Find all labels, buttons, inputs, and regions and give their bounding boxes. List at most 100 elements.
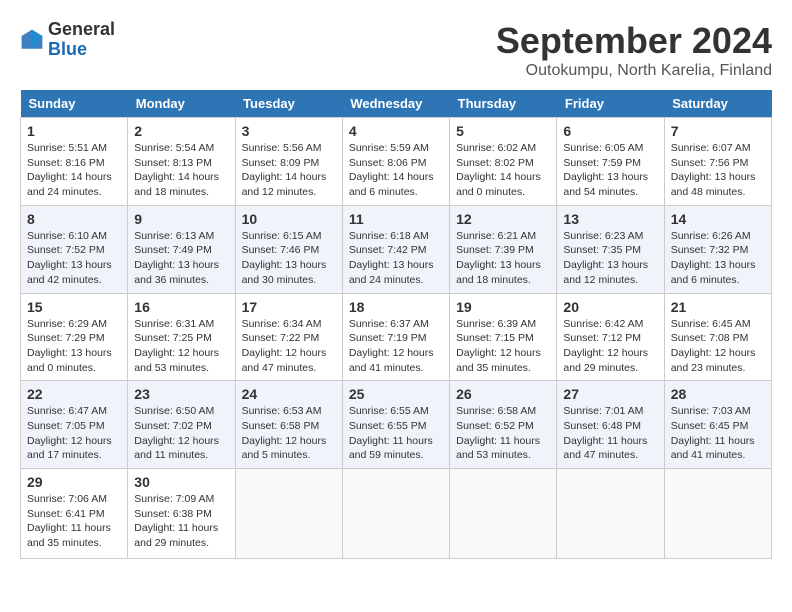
day-number: 16 <box>134 299 228 315</box>
calendar-cell: 23Sunrise: 6:50 AM Sunset: 7:02 PM Dayli… <box>128 381 235 469</box>
title-section: September 2024 Outokumpu, North Karelia,… <box>496 20 772 80</box>
calendar-cell: 17 Sunrise: 6:34 AM Sunset: 7:22 PM Dayli… <box>235 293 342 381</box>
day-info: Sunrise: 6:15 AM Sunset: 7:46 PM Dayligh… <box>242 229 336 288</box>
calendar-cell: 5 Sunrise: 6:02 AM Sunset: 8:02 PM Daylig… <box>450 118 557 206</box>
day-number: 4 <box>349 123 443 139</box>
calendar-table: SundayMondayTuesdayWednesdayThursdayFrid… <box>20 90 772 559</box>
day-number: 14 <box>671 211 765 227</box>
day-info: Sunrise: 6:23 AM Sunset: 7:35 PM Dayligh… <box>563 229 657 288</box>
logo-text: General Blue <box>48 20 115 60</box>
calendar-cell: 9 Sunrise: 6:13 AM Sunset: 7:49 PM Daylig… <box>128 205 235 293</box>
day-number: 15 <box>27 299 121 315</box>
logo: General Blue <box>20 20 115 60</box>
calendar-subtitle: Outokumpu, North Karelia, Finland <box>496 62 772 80</box>
day-number: 24 <box>242 386 336 402</box>
day-number: 30 <box>134 474 228 490</box>
logo-general: General <box>48 19 115 39</box>
day-info: Sunrise: 6:18 AM Sunset: 7:42 PM Dayligh… <box>349 229 443 288</box>
day-number: 7 <box>671 123 765 139</box>
day-info: Sunrise: 7:01 AM Sunset: 6:48 PM Dayligh… <box>563 404 657 463</box>
day-number: 26 <box>456 386 550 402</box>
calendar-cell: 26 Sunrise: 6:58 AM Sunset: 6:52 PM Dayli… <box>450 381 557 469</box>
day-info: Sunrise: 6:26 AM Sunset: 7:32 PM Dayligh… <box>671 229 765 288</box>
day-info: Sunrise: 6:53 AM Sunset: 6:58 PM Dayligh… <box>242 404 336 463</box>
day-info: Sunrise: 7:09 AM Sunset: 6:38 PM Dayligh… <box>134 492 228 551</box>
day-info: Sunrise: 6:29 AM Sunset: 7:29 PM Dayligh… <box>27 317 121 376</box>
calendar-cell: 12 Sunrise: 6:21 AM Sunset: 7:39 PM Dayli… <box>450 205 557 293</box>
header-day-monday: Monday <box>128 90 235 118</box>
day-info: Sunrise: 6:34 AM Sunset: 7:22 PM Dayligh… <box>242 317 336 376</box>
day-number: 5 <box>456 123 550 139</box>
header-day-sunday: Sunday <box>21 90 128 118</box>
calendar-header: SundayMondayTuesdayWednesdayThursdayFrid… <box>21 90 772 118</box>
header-day-saturday: Saturday <box>664 90 771 118</box>
calendar-cell: 24 Sunrise: 6:53 AM Sunset: 6:58 PM Dayli… <box>235 381 342 469</box>
calendar-cell: 7 Sunrise: 6:07 AM Sunset: 7:56 PM Daylig… <box>664 118 771 206</box>
day-info: Sunrise: 6:10 AM Sunset: 7:52 PM Dayligh… <box>27 229 121 288</box>
day-info: Sunrise: 6:42 AM Sunset: 7:12 PM Dayligh… <box>563 317 657 376</box>
day-number: 8 <box>27 211 121 227</box>
day-info: Sunrise: 6:31 AM Sunset: 7:25 PM Dayligh… <box>134 317 228 376</box>
calendar-cell: 30 Sunrise: 7:09 AM Sunset: 6:38 PM Dayli… <box>128 469 235 559</box>
day-info: Sunrise: 6:45 AM Sunset: 7:08 PM Dayligh… <box>671 317 765 376</box>
day-number: 9 <box>134 211 228 227</box>
day-number: 20 <box>563 299 657 315</box>
day-info: Sunrise: 5:56 AM Sunset: 8:09 PM Dayligh… <box>242 141 336 200</box>
day-number: 18 <box>349 299 443 315</box>
day-info: Sunrise: 5:51 AM Sunset: 8:16 PM Dayligh… <box>27 141 121 200</box>
calendar-cell <box>342 469 449 559</box>
day-number: 19 <box>456 299 550 315</box>
day-number: 21 <box>671 299 765 315</box>
day-info: Sunrise: 7:06 AM Sunset: 6:41 PM Dayligh… <box>27 492 121 551</box>
calendar-cell: 13 Sunrise: 6:23 AM Sunset: 7:35 PM Dayli… <box>557 205 664 293</box>
calendar-cell: 2 Sunrise: 5:54 AM Sunset: 8:13 PM Daylig… <box>128 118 235 206</box>
day-number: 17 <box>242 299 336 315</box>
day-number: 29 <box>27 474 121 490</box>
day-info: Sunrise: 6:02 AM Sunset: 8:02 PM Dayligh… <box>456 141 550 200</box>
calendar-title: September 2024 <box>496 20 772 62</box>
calendar-cell <box>664 469 771 559</box>
day-info: Sunrise: 6:50 AM Sunset: 7:02 PM Dayligh… <box>134 404 228 463</box>
day-info: Sunrise: 6:07 AM Sunset: 7:56 PM Dayligh… <box>671 141 765 200</box>
calendar-cell: 21 Sunrise: 6:45 AM Sunset: 7:08 PM Dayli… <box>664 293 771 381</box>
calendar-cell: 11 Sunrise: 6:18 AM Sunset: 7:42 PM Dayli… <box>342 205 449 293</box>
calendar-cell: 22 Sunrise: 6:47 AM Sunset: 7:05 PM Dayli… <box>21 381 128 469</box>
header-day-wednesday: Wednesday <box>342 90 449 118</box>
day-info: Sunrise: 6:47 AM Sunset: 7:05 PM Dayligh… <box>27 404 121 463</box>
day-info: Sunrise: 7:03 AM Sunset: 6:45 PM Dayligh… <box>671 404 765 463</box>
header-day-thursday: Thursday <box>450 90 557 118</box>
day-number: 22 <box>27 386 121 402</box>
day-info: Sunrise: 5:54 AM Sunset: 8:13 PM Dayligh… <box>134 141 228 200</box>
calendar-cell: 14 Sunrise: 6:26 AM Sunset: 7:32 PM Dayli… <box>664 205 771 293</box>
calendar-cell: 6 Sunrise: 6:05 AM Sunset: 7:59 PM Daylig… <box>557 118 664 206</box>
day-info: Sunrise: 6:05 AM Sunset: 7:59 PM Dayligh… <box>563 141 657 200</box>
day-info: Sunrise: 6:13 AM Sunset: 7:49 PM Dayligh… <box>134 229 228 288</box>
day-number: 13 <box>563 211 657 227</box>
day-number: 11 <box>349 211 443 227</box>
day-number: 10 <box>242 211 336 227</box>
day-number: 1 <box>27 123 121 139</box>
day-info: Sunrise: 6:58 AM Sunset: 6:52 PM Dayligh… <box>456 404 550 463</box>
day-info: Sunrise: 5:59 AM Sunset: 8:06 PM Dayligh… <box>349 141 443 200</box>
day-info: Sunrise: 6:21 AM Sunset: 7:39 PM Dayligh… <box>456 229 550 288</box>
day-number: 28 <box>671 386 765 402</box>
day-number: 12 <box>456 211 550 227</box>
logo-blue: Blue <box>48 39 87 59</box>
calendar-cell: 27Sunrise: 7:01 AM Sunset: 6:48 PM Dayli… <box>557 381 664 469</box>
day-info: Sunrise: 6:39 AM Sunset: 7:15 PM Dayligh… <box>456 317 550 376</box>
calendar-cell: 28 Sunrise: 7:03 AM Sunset: 6:45 PM Dayli… <box>664 381 771 469</box>
calendar-cell <box>235 469 342 559</box>
day-number: 6 <box>563 123 657 139</box>
day-info: Sunrise: 6:55 AM Sunset: 6:55 PM Dayligh… <box>349 404 443 463</box>
calendar-cell: 15 Sunrise: 6:29 AM Sunset: 7:29 PM Dayli… <box>21 293 128 381</box>
calendar-cell: 8 Sunrise: 6:10 AM Sunset: 7:52 PM Daylig… <box>21 205 128 293</box>
header-day-tuesday: Tuesday <box>235 90 342 118</box>
calendar-cell: 3 Sunrise: 5:56 AM Sunset: 8:09 PM Daylig… <box>235 118 342 206</box>
calendar-cell: 19 Sunrise: 6:39 AM Sunset: 7:15 PM Dayli… <box>450 293 557 381</box>
calendar-cell: 16 Sunrise: 6:31 AM Sunset: 7:25 PM Dayli… <box>128 293 235 381</box>
day-number: 3 <box>242 123 336 139</box>
header-day-friday: Friday <box>557 90 664 118</box>
page-header: General Blue September 2024 Outokumpu, N… <box>20 20 772 80</box>
day-number: 2 <box>134 123 228 139</box>
day-info: Sunrise: 6:37 AM Sunset: 7:19 PM Dayligh… <box>349 317 443 376</box>
